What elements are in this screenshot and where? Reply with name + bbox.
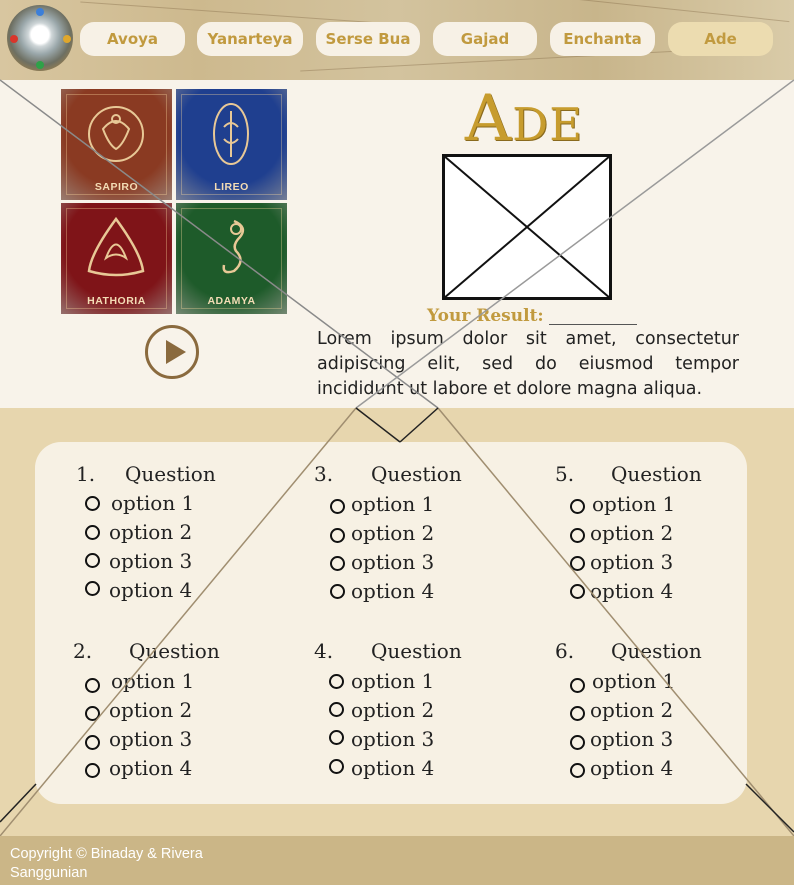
radio-button[interactable] <box>85 678 100 693</box>
result-blank-line <box>549 324 637 325</box>
option-label[interactable]: option 2 <box>351 521 434 545</box>
result-label: Your Result: <box>427 306 544 326</box>
option-label[interactable]: option 1 <box>592 492 675 516</box>
radio-button[interactable] <box>85 706 100 721</box>
copyright-text: Copyright © Binaday & Rivera Sanggunian <box>10 846 203 881</box>
option-label[interactable]: option 2 <box>590 698 673 722</box>
radio-button[interactable] <box>85 553 100 568</box>
option-label[interactable]: option 4 <box>590 579 673 603</box>
card-lireo[interactable]: LIREO <box>176 89 287 200</box>
question-text: Question <box>129 639 220 663</box>
red-gem-icon <box>10 35 18 43</box>
question-text: Question <box>611 462 702 486</box>
hathoria-emblem-icon <box>87 216 145 277</box>
question-number: 2. <box>73 639 93 663</box>
option-label[interactable]: option 1 <box>351 492 434 516</box>
radio-button[interactable] <box>330 556 345 571</box>
radio-button[interactable] <box>570 735 585 750</box>
nav-tab-yanarteya[interactable]: Yanarteya <box>197 22 303 56</box>
adamya-emblem-icon <box>222 219 245 274</box>
image-placeholder <box>442 154 612 300</box>
blue-gem-icon <box>36 8 44 16</box>
question-number: 3. <box>314 462 334 486</box>
option-label[interactable]: option 3 <box>590 727 673 751</box>
question-number: 6. <box>555 639 575 663</box>
question-number: 4. <box>314 639 334 663</box>
green-gem-icon <box>36 61 44 69</box>
question-text: Question <box>611 639 702 663</box>
lireo-emblem-icon <box>213 103 249 165</box>
option-label[interactable]: option 4 <box>590 756 673 780</box>
radio-button[interactable] <box>570 499 585 514</box>
option-label[interactable]: option 1 <box>351 669 434 693</box>
radio-button[interactable] <box>570 706 585 721</box>
radio-button[interactable] <box>570 528 585 543</box>
question-text: Question <box>371 639 462 663</box>
nav-tab-enchanta[interactable]: Enchanta <box>550 22 655 56</box>
nav-tab-avoya[interactable]: Avoya <box>80 22 185 56</box>
option-label[interactable]: option 3 <box>351 550 434 574</box>
radio-button[interactable] <box>329 702 344 717</box>
result-description: Lorem ipsum dolor sit amet, consectetur … <box>317 329 739 399</box>
option-label[interactable]: option 4 <box>109 756 192 780</box>
option-label[interactable]: option 3 <box>109 549 192 573</box>
footer: Copyright © Binaday & Rivera Sanggunian <box>0 836 794 885</box>
radio-button[interactable] <box>330 584 345 599</box>
radio-button[interactable] <box>85 525 100 540</box>
radio-button[interactable] <box>85 735 100 750</box>
option-label[interactable]: option 3 <box>351 727 434 751</box>
radio-button[interactable] <box>329 674 344 689</box>
radio-button[interactable] <box>570 584 585 599</box>
option-label[interactable]: option 2 <box>590 521 673 545</box>
radio-button[interactable] <box>85 581 100 596</box>
map-texture-line <box>80 1 380 24</box>
sapiro-emblem-icon <box>88 106 144 162</box>
card-label: SAPIRO <box>94 181 139 193</box>
nav-tab-gajad[interactable]: Gajad <box>433 22 537 56</box>
option-label[interactable]: option 4 <box>351 756 434 780</box>
question-number: 5. <box>555 462 575 486</box>
card-label: LIREO <box>214 181 249 193</box>
option-label[interactable]: option 3 <box>109 727 192 751</box>
radio-button[interactable] <box>330 499 345 514</box>
radio-button[interactable] <box>85 763 100 778</box>
question-text: Question <box>371 462 462 486</box>
nav-tab-ade[interactable]: Ade <box>668 22 773 56</box>
radio-button[interactable] <box>570 763 585 778</box>
radio-button[interactable] <box>329 730 344 745</box>
radio-button[interactable] <box>330 528 345 543</box>
yellow-gem-icon <box>63 35 71 43</box>
option-label[interactable]: option 1 <box>592 669 675 693</box>
four-gems-logo-icon[interactable] <box>7 5 73 71</box>
radio-button[interactable] <box>570 556 585 571</box>
option-label[interactable]: option 2 <box>109 520 192 544</box>
option-label[interactable]: option 3 <box>590 550 673 574</box>
option-label[interactable]: option 1 <box>111 669 194 693</box>
radio-button[interactable] <box>570 678 585 693</box>
nav-tab-serse-bua[interactable]: Serse Bua <box>316 22 420 56</box>
play-button[interactable] <box>145 325 199 379</box>
map-texture-line <box>540 0 790 23</box>
radio-button[interactable] <box>329 759 344 774</box>
option-label[interactable]: option 4 <box>351 579 434 603</box>
card-sapiro[interactable]: SAPIRO <box>61 89 172 200</box>
radio-button[interactable] <box>85 496 100 511</box>
card-label: HATHORIA <box>87 295 146 307</box>
option-label[interactable]: option 1 <box>111 491 194 515</box>
card-label: ADAMYA <box>207 295 256 307</box>
card-hathoria[interactable]: HATHORIA <box>61 203 172 314</box>
option-label[interactable]: option 4 <box>109 578 192 602</box>
card-adamya[interactable]: ADAMYA <box>176 203 287 314</box>
option-label[interactable]: option 2 <box>351 698 434 722</box>
question-text: Question <box>125 462 216 486</box>
question-number: 1. <box>76 462 96 486</box>
option-label[interactable]: option 2 <box>109 698 192 722</box>
page-title: Ade <box>464 82 584 156</box>
